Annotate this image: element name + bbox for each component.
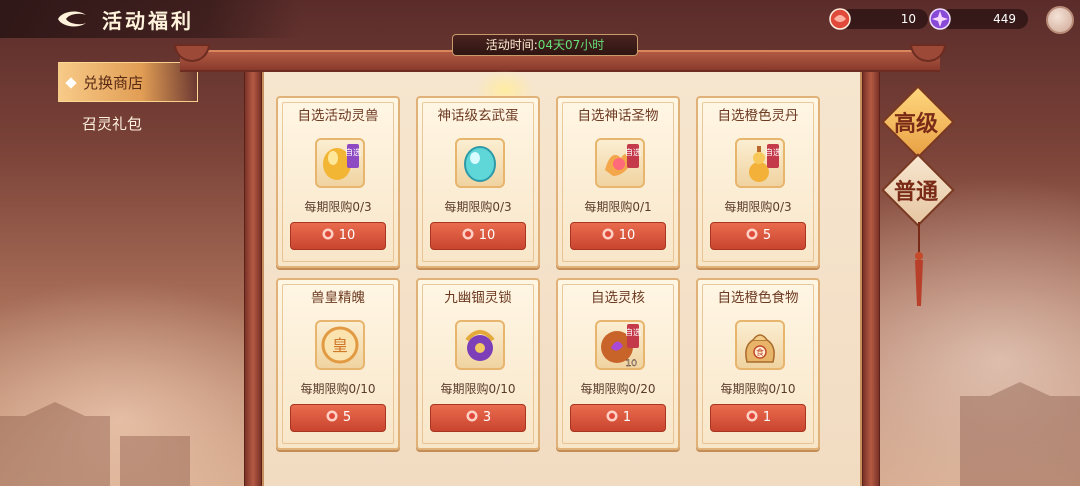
buy-button[interactable]: 1 bbox=[710, 404, 806, 432]
beast-king-soul-icon: 皇 bbox=[315, 320, 365, 370]
back-button[interactable] bbox=[56, 7, 90, 31]
selected-diamond-icon bbox=[65, 77, 77, 89]
shop-item-card[interactable]: 九幽锢灵锁 每期限购0/10 3 bbox=[416, 278, 540, 450]
shop-item-card[interactable]: 兽皇精魄 皇 每期限购0/10 5 bbox=[276, 278, 400, 450]
side-item-exchange-shop[interactable]: 兑换商店 bbox=[58, 62, 198, 102]
purchase-limit: 每期限购0/10 bbox=[720, 382, 796, 396]
purchase-limit: 每期限购0/3 bbox=[304, 200, 372, 214]
back-arrow-icon bbox=[58, 11, 86, 27]
price-value: 10 bbox=[618, 228, 636, 243]
price-value: 1 bbox=[622, 410, 632, 425]
item-name: 自选活动灵兽 bbox=[297, 108, 379, 124]
event-timer: 活动时间:04天07小时 bbox=[452, 34, 638, 56]
shop-item-card[interactable]: 自选橙色灵丹 自选 每期限购0/3 5 bbox=[696, 96, 820, 268]
item-count: 10 bbox=[626, 359, 638, 368]
spirit-core-icon: 自选 10 bbox=[595, 320, 645, 370]
red-gem-icon bbox=[746, 410, 758, 422]
buy-button[interactable]: 3 bbox=[430, 404, 526, 432]
sacred-relic-icon: 自选 bbox=[595, 138, 645, 188]
item-name: 兽皇精魄 bbox=[311, 290, 365, 306]
purchase-limit: 每期限购0/1 bbox=[584, 200, 652, 214]
purple-gem-icon bbox=[928, 7, 952, 31]
close-button[interactable] bbox=[1046, 6, 1074, 34]
price-value: 5 bbox=[762, 228, 772, 243]
currency-purple-value: 449 bbox=[993, 12, 1016, 26]
price-value: 10 bbox=[338, 228, 356, 243]
shop-item-card[interactable]: 自选灵核 自选 10 每期限购0/20 1 bbox=[556, 278, 680, 450]
price-value: 3 bbox=[482, 410, 492, 425]
tab-grade-normal[interactable] bbox=[881, 153, 955, 227]
shop-item-card[interactable]: 自选神话圣物 自选 每期限购0/1 10 bbox=[556, 96, 680, 268]
red-gem-icon bbox=[602, 228, 614, 240]
red-gem-icon bbox=[462, 228, 474, 240]
buy-button[interactable]: 5 bbox=[290, 404, 386, 432]
frame-post-right bbox=[862, 60, 880, 486]
item-badge: 自选 bbox=[625, 327, 641, 337]
currency-red-value: 10 bbox=[900, 12, 916, 26]
side-menu: 兑换商店 召灵礼包 bbox=[58, 62, 198, 146]
item-badge: 自选 bbox=[765, 147, 781, 157]
price-value: 1 bbox=[762, 410, 772, 425]
side-item-label: 兑换商店 bbox=[83, 74, 144, 92]
elixir-gourd-icon: 自选 bbox=[735, 138, 785, 188]
page-title: 活动福利 bbox=[102, 9, 194, 33]
golden-beast-egg-icon: 自选 bbox=[315, 138, 365, 188]
item-badge: 自选 bbox=[625, 147, 641, 157]
price-value: 10 bbox=[478, 228, 496, 243]
tab-grade-high[interactable] bbox=[881, 85, 955, 159]
buy-button[interactable]: 10 bbox=[570, 222, 666, 250]
side-item-label: 召灵礼包 bbox=[82, 115, 143, 133]
item-name: 自选灵核 bbox=[591, 290, 645, 306]
red-gem-icon bbox=[606, 410, 618, 422]
red-gem-icon bbox=[326, 410, 338, 422]
purchase-limit: 每期限购0/20 bbox=[580, 382, 656, 396]
red-gem-icon bbox=[322, 228, 334, 240]
red-gem-icon bbox=[466, 410, 478, 422]
item-name: 自选橙色灵丹 bbox=[717, 108, 799, 124]
buy-button[interactable]: 5 bbox=[710, 222, 806, 250]
purchase-limit: 每期限购0/10 bbox=[300, 382, 376, 396]
top-bar: 活动福利 10 449 bbox=[0, 0, 1080, 38]
timer-value: 04天07小时 bbox=[537, 38, 605, 52]
food-bag-icon: 食 bbox=[735, 320, 785, 370]
price-value: 5 bbox=[342, 410, 352, 425]
item-name: 九幽锢灵锁 bbox=[444, 290, 512, 306]
red-gem-icon bbox=[746, 228, 758, 240]
currency-red-display: 10 bbox=[829, 8, 928, 30]
purchase-limit: 每期限购0/3 bbox=[724, 200, 792, 214]
item-badge: 食 bbox=[756, 347, 764, 357]
item-badge: 皇 bbox=[332, 336, 348, 355]
shop-item-card[interactable]: 自选橙色食物 食 每期限购0/10 1 bbox=[696, 278, 820, 450]
red-gem-icon bbox=[828, 7, 852, 31]
tassel-ornament-icon bbox=[915, 222, 923, 306]
item-badge: 自选 bbox=[345, 147, 361, 157]
spirit-lock-icon bbox=[455, 320, 505, 370]
item-name: 自选神话圣物 bbox=[577, 108, 659, 124]
cyan-egg-icon bbox=[455, 138, 505, 188]
buy-button[interactable]: 10 bbox=[430, 222, 526, 250]
buy-button[interactable]: 1 bbox=[570, 404, 666, 432]
purchase-limit: 每期限购0/10 bbox=[440, 382, 516, 396]
frame-post-left bbox=[244, 60, 262, 486]
item-name: 神话级玄武蛋 bbox=[437, 108, 519, 124]
timer-label: 活动时间: bbox=[485, 38, 538, 52]
item-name: 自选橙色食物 bbox=[717, 290, 799, 306]
shop-item-card[interactable]: 神话级玄武蛋 每期限购0/3 10 bbox=[416, 96, 540, 268]
shop-item-card[interactable]: 自选活动灵兽 自选 每期限购0/3 10 bbox=[276, 96, 400, 268]
side-item-summon-pack[interactable]: 召灵礼包 bbox=[58, 104, 198, 144]
purchase-limit: 每期限购0/3 bbox=[444, 200, 512, 214]
currency-purple-display: 449 bbox=[929, 8, 1028, 30]
buy-button[interactable]: 10 bbox=[290, 222, 386, 250]
